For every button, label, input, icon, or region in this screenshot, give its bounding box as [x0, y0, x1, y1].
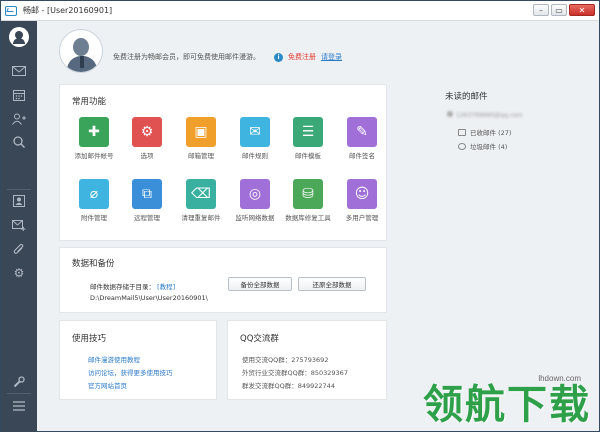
- function-options-gear[interactable]: ⚙ 选项: [121, 117, 173, 160]
- function-label: 添加邮件帐号: [74, 152, 114, 160]
- mailbox-manage-icon: ▣: [186, 117, 216, 147]
- inbox-icon: [458, 128, 466, 136]
- settings-icon[interactable]: ⚙: [11, 265, 27, 281]
- sidebar-divider: [7, 189, 31, 190]
- register-link[interactable]: 免费注册: [288, 52, 316, 62]
- function-label: 清理重复邮件: [181, 214, 221, 222]
- user-avatar[interactable]: [59, 29, 103, 73]
- function-label: 监听网络数据: [235, 214, 275, 222]
- function-attachment-manage[interactable]: ⌀ 附件管理: [68, 179, 120, 222]
- tips-panel: 使用技巧 邮件漫游使用教程 访问论坛，获得更多使用技巧 官方网站首页: [59, 320, 217, 400]
- watermark: lhdown.com 领航下载: [423, 374, 591, 427]
- function-label: 附件管理: [81, 214, 107, 222]
- function-database-repair[interactable]: ⛁ 数据库修复工具: [282, 179, 334, 222]
- database-repair-icon: ⛁: [293, 179, 323, 209]
- function-label: 邮箱管理: [188, 152, 214, 160]
- function-label: 数据库修复工具: [285, 214, 331, 222]
- function-remote-manage[interactable]: ⧉ 远程管理: [121, 179, 173, 222]
- inbox-unread-label: 已收邮件 (27): [470, 129, 512, 137]
- close-button[interactable]: ✕: [569, 4, 595, 16]
- function-multi-user[interactable]: ☺ 多用户管理: [336, 179, 388, 222]
- account-email[interactable]: 1263769690@qq.com: [447, 111, 523, 119]
- attachment-icon[interactable]: [11, 241, 27, 257]
- contact-card-icon[interactable]: [11, 193, 27, 209]
- mail-signature-icon: ✎: [347, 117, 377, 147]
- header: 免费注册为畅邮会员，即可免费使用邮件漫游。 i 免费注册 请登录: [37, 21, 599, 85]
- remote-manage-icon: ⧉: [132, 179, 162, 209]
- mail-template-icon: ☰: [293, 117, 323, 147]
- info-icon: i: [274, 52, 283, 62]
- function-mail-rules[interactable]: ✉ 邮件规则: [229, 117, 281, 160]
- common-functions-panel: 常用功能 ✚ 添加邮件帐号 ⚙ 选项 ▣ 邮箱管理 ✉ 邮件规则 ☰ 邮件模板 ✎ 邮件签名 ⌀ 附件管理…: [59, 84, 387, 241]
- section-title: 数据和备份: [72, 259, 115, 269]
- storage-path: D:\DreamMail5\User\User20160901\: [90, 294, 208, 302]
- add-account-icon: ✚: [79, 117, 109, 147]
- tip-link-homepage[interactable]: 官方网站首页: [88, 380, 127, 390]
- tip-link-forum[interactable]: 访问论坛，获得更多使用技巧: [88, 367, 173, 377]
- spam-unread-item[interactable]: 垃圾邮件 (4): [458, 141, 507, 151]
- section-title: 使用技巧: [72, 334, 107, 344]
- notice-text: 免费注册为畅邮会员，即可免费使用邮件漫游。: [113, 53, 260, 61]
- spam-icon: [458, 142, 466, 150]
- spam-unread-label: 垃圾邮件 (4): [470, 143, 508, 151]
- function-label: 邮件规则: [242, 152, 268, 160]
- monitor-network-icon: ◎: [240, 179, 270, 209]
- qq-groups-panel: QQ交流群 使用交流QQ群：275793692 外贸行业交流群QQ群：85032…: [227, 320, 387, 400]
- function-label: 邮件模板: [295, 152, 321, 160]
- search-icon[interactable]: [11, 134, 27, 150]
- storage-location: 邮件数据存储于目录： [教程]: [90, 281, 175, 291]
- app-window: 畅邮 - [User20160901] – ▭ ✕ ⚙ 免费注册为畅邮会员，即可…: [0, 0, 600, 432]
- contacts-add-icon[interactable]: [11, 111, 27, 127]
- unread-mail-title: 未读的邮件: [445, 92, 488, 102]
- tutorial-link[interactable]: [教程]: [157, 283, 175, 291]
- avatar-icon[interactable]: [9, 27, 29, 47]
- qq-group-line: 使用交流QQ群：275793692: [242, 356, 329, 364]
- send-mail-icon[interactable]: [11, 217, 27, 233]
- function-label: 远程管理: [134, 214, 160, 222]
- function-mail-signature[interactable]: ✎ 邮件签名: [336, 117, 388, 160]
- storage-label: 邮件数据存储于目录：: [90, 283, 155, 291]
- window-controls: – ▭ ✕: [533, 4, 595, 16]
- tip-link-roaming[interactable]: 邮件漫游使用教程: [88, 354, 140, 364]
- function-clean-duplicates[interactable]: ⌫ 清理重复邮件: [175, 179, 227, 222]
- minimize-button[interactable]: –: [533, 4, 549, 16]
- qq-group-line: 外贸行业交流群QQ群：850329367: [242, 369, 348, 377]
- restore-button[interactable]: ▭: [551, 4, 567, 16]
- clean-duplicates-icon: ⌫: [186, 179, 216, 209]
- sidebar: ⚙: [1, 21, 37, 432]
- backup-all-button[interactable]: 备份全部数据: [228, 277, 292, 291]
- qq-group-line: 群发交流群QQ群：849922744: [242, 382, 335, 390]
- attachment-manage-icon: ⌀: [79, 179, 109, 209]
- section-title: QQ交流群: [240, 334, 279, 344]
- restore-all-button[interactable]: 还原全部数据: [298, 277, 366, 291]
- tools-icon[interactable]: [11, 374, 27, 390]
- function-monitor-network[interactable]: ◎ 监听网络数据: [229, 179, 281, 222]
- options-gear-icon: ⚙: [132, 117, 162, 147]
- watermark-text: 领航下载: [423, 382, 591, 428]
- function-label: 选项: [140, 152, 154, 160]
- mail-icon[interactable]: [11, 63, 27, 79]
- mail-rules-icon: ✉: [240, 117, 270, 147]
- title-bar[interactable]: 畅邮 - [User20160901] – ▭ ✕: [1, 1, 599, 21]
- sidebar-divider: [7, 393, 31, 394]
- window-title: 畅邮 - [User20160901]: [23, 6, 113, 15]
- login-link[interactable]: 请登录: [321, 52, 342, 62]
- function-label: 邮件签名: [349, 152, 375, 160]
- app-logo-icon: [5, 5, 17, 16]
- function-mailbox-manage[interactable]: ▣ 邮箱管理: [175, 117, 227, 160]
- function-label: 多用户管理: [345, 214, 379, 222]
- data-backup-panel: 数据和备份 邮件数据存储于目录： [教程] D:\DreamMail5\User…: [59, 247, 387, 313]
- calendar-icon[interactable]: [11, 87, 27, 103]
- multi-user-icon: ☺: [347, 179, 377, 209]
- section-title: 常用功能: [72, 97, 107, 107]
- function-add-account[interactable]: ✚ 添加邮件帐号: [68, 117, 120, 160]
- menu-icon[interactable]: [11, 398, 27, 414]
- inbox-unread-item[interactable]: 已收邮件 (27): [458, 127, 511, 137]
- register-notice: 免费注册为畅邮会员，即可免费使用邮件漫游。 i 免费注册 请登录: [113, 52, 342, 62]
- function-mail-template[interactable]: ☰ 邮件模板: [282, 117, 334, 160]
